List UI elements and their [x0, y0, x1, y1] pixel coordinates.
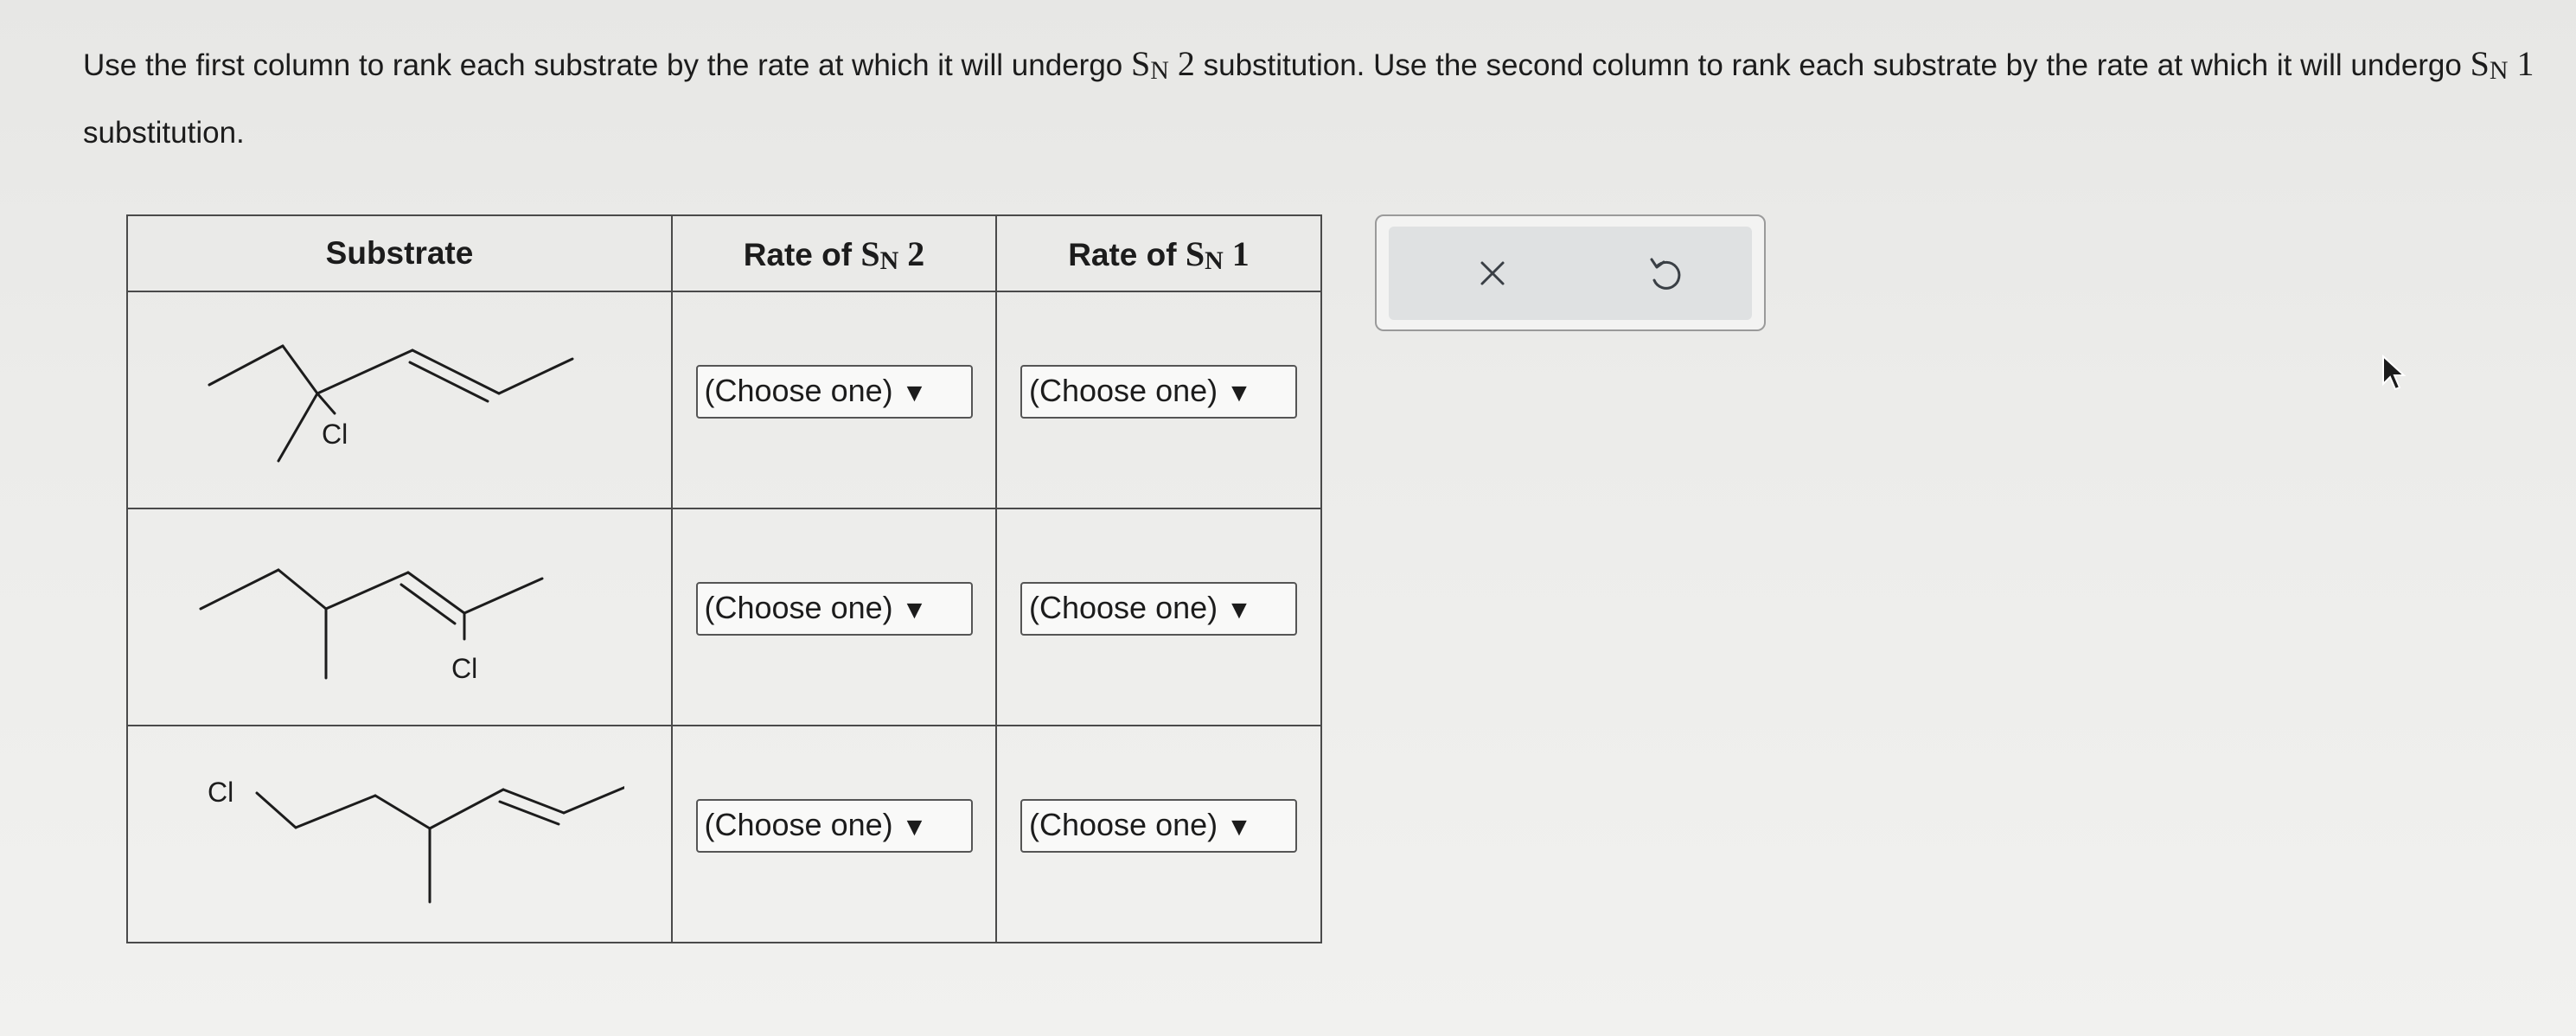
- sn1-cell: (Choose one) ▼: [995, 291, 1322, 509]
- substrate-2-structure: Cl: [199, 568, 544, 684]
- select-value: (Choose one): [1029, 589, 1218, 625]
- dropdown-arrow-icon: ▼: [901, 595, 928, 624]
- select-value: (Choose one): [704, 589, 893, 625]
- header-substrate: Substrate: [126, 214, 673, 292]
- header-sn1-symbol: SN 1: [1185, 233, 1250, 275]
- sn1-number: 1: [2508, 44, 2534, 83]
- header-sn2-prefix: Rate of: [743, 236, 861, 272]
- select-value: (Choose one): [1029, 806, 1218, 842]
- header-sn2-number: 2: [898, 233, 925, 273]
- header-sn1-prefix: Rate of: [1068, 236, 1186, 272]
- sn2-rank-select[interactable]: (Choose one) ▼: [695, 364, 973, 419]
- sn1-s: S: [2470, 44, 2490, 83]
- chlorine-label: Cl: [322, 419, 348, 450]
- table-header-row: Substrate Rate of SN 2 Rate of SN 1: [126, 214, 1322, 292]
- undo-icon[interactable]: [1640, 247, 1691, 299]
- header-sn2-s: S: [860, 233, 880, 273]
- dropdown-arrow-icon: ▼: [1226, 378, 1252, 407]
- instructions-part3: substitution.: [83, 116, 245, 150]
- instructions-part1: Use the first column to rank each substr…: [83, 48, 1131, 82]
- sn2-cell: (Choose one) ▼: [671, 725, 997, 943]
- dropdown-arrow-icon: ▼: [901, 812, 928, 841]
- table-row: Cl (Choose one) ▼ (Choose one) ▼: [126, 725, 1322, 943]
- chlorine-label: Cl: [451, 653, 477, 684]
- substrate-1-structure: Cl: [208, 344, 574, 462]
- sn2-s: S: [1130, 44, 1151, 83]
- instructions-text: Use the first column to rank each substr…: [83, 31, 2556, 166]
- sn2-symbol: SN 2: [1130, 44, 1195, 85]
- sn1-rank-select[interactable]: (Choose one) ▼: [1020, 364, 1297, 419]
- table-row: Cl (Choose one) ▼ (Choose one) ▼: [126, 508, 1322, 726]
- header-rate-sn1: Rate of SN 1: [995, 214, 1322, 292]
- chlorine-label: Cl: [208, 777, 233, 808]
- substrate-cell: Cl: [126, 725, 673, 943]
- dropdown-arrow-icon: ▼: [1226, 595, 1252, 624]
- sn1-cell: (Choose one) ▼: [995, 508, 1322, 726]
- sn2-cell: (Choose one) ▼: [671, 508, 997, 726]
- sn1-rank-select[interactable]: (Choose one) ▼: [1020, 581, 1297, 636]
- answer-tools-panel: [1375, 214, 1766, 331]
- sn2-subscript: N: [1150, 56, 1169, 85]
- sn2-rank-select[interactable]: (Choose one) ▼: [695, 581, 973, 636]
- select-value: (Choose one): [704, 806, 893, 842]
- mouse-pointer-icon: [2382, 355, 2407, 391]
- substrate-3-structure: Cl: [208, 777, 624, 903]
- sn1-subscript: N: [2489, 56, 2509, 85]
- dropdown-arrow-icon: ▼: [1226, 812, 1252, 841]
- sn1-symbol: SN 1: [2470, 44, 2534, 85]
- header-sn1-s: S: [1185, 233, 1205, 273]
- close-icon[interactable]: [1467, 247, 1518, 299]
- sn2-cell: (Choose one) ▼: [671, 291, 997, 509]
- sn2-number: 2: [1168, 44, 1195, 83]
- answer-tools-bar: [1389, 227, 1752, 320]
- ranking-table: Substrate Rate of SN 2 Rate of SN 1 Cl (…: [126, 214, 1322, 943]
- sn1-cell: (Choose one) ▼: [995, 725, 1322, 943]
- table-row: Cl (Choose one) ▼ (Choose one) ▼: [126, 291, 1322, 509]
- select-value: (Choose one): [704, 372, 893, 408]
- instructions-part2: substitution. Use the second column to r…: [1194, 48, 2471, 82]
- select-value: (Choose one): [1029, 372, 1218, 408]
- substrate-cell: Cl: [126, 508, 673, 726]
- header-rate-sn2: Rate of SN 2: [671, 214, 997, 292]
- header-sn2-symbol: SN 2: [860, 233, 925, 275]
- substrate-cell: Cl: [126, 291, 673, 509]
- sn1-rank-select[interactable]: (Choose one) ▼: [1020, 798, 1297, 853]
- dropdown-arrow-icon: ▼: [901, 378, 928, 407]
- header-sn2-subscript: N: [879, 246, 899, 275]
- header-sn1-subscript: N: [1205, 246, 1224, 275]
- header-sn1-number: 1: [1223, 233, 1250, 273]
- sn2-rank-select[interactable]: (Choose one) ▼: [695, 798, 973, 853]
